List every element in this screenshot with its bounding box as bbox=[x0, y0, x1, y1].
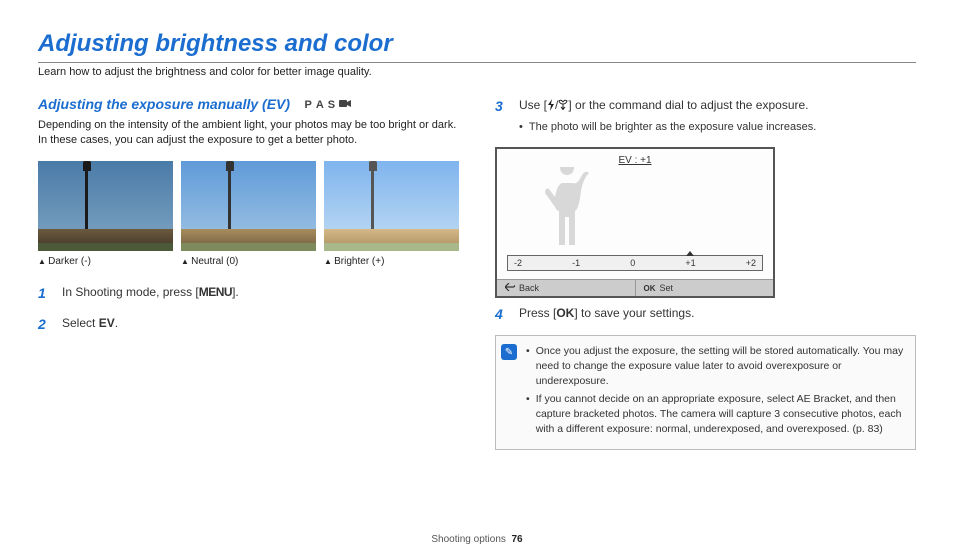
ev-tick: -1 bbox=[572, 258, 580, 268]
caption-brighter: Brighter (+) bbox=[324, 256, 459, 267]
note-icon: ✎ bbox=[501, 344, 517, 360]
step-2: 2 Select EV. bbox=[38, 314, 459, 335]
step-4-num: 4 bbox=[495, 304, 509, 325]
menu-label: MENU bbox=[199, 285, 232, 299]
steps-left: 1 In Shooting mode, press [MENU]. 2 Sele… bbox=[38, 283, 459, 335]
ev-tick: +2 bbox=[746, 258, 756, 268]
ev-screen: EV : +1 -2 -1 0 +1 +2 bbox=[495, 147, 775, 298]
step-3-num: 3 bbox=[495, 96, 509, 137]
step-3-bullet: The photo will be brighter as the exposu… bbox=[519, 120, 916, 135]
ev-scale: -2 -1 0 +1 +2 bbox=[507, 255, 763, 271]
ev-tick: -2 bbox=[514, 258, 522, 268]
ev-set: OKSet bbox=[636, 280, 774, 296]
page-subtitle: Learn how to adjust the brightness and c… bbox=[38, 66, 916, 78]
ev-back: Back bbox=[497, 280, 636, 296]
ev-label: EV bbox=[99, 316, 115, 330]
silhouette-icon bbox=[537, 167, 597, 247]
mode-a-icon: A bbox=[316, 99, 324, 111]
step-4-text: Press [OK] to save your settings. bbox=[519, 304, 916, 325]
step-2-num: 2 bbox=[38, 314, 52, 335]
step-4: 4 Press [OK] to save your settings. bbox=[495, 304, 916, 325]
section-title: Adjusting the exposure manually (EV) bbox=[38, 96, 290, 112]
footer-page: 76 bbox=[511, 534, 522, 545]
step-3: 3 Use [/] or the command dial to adjust … bbox=[495, 96, 916, 137]
footer-section: Shooting options bbox=[431, 534, 506, 545]
ev-tick: 0 bbox=[630, 258, 635, 268]
page-title: Adjusting brightness and color bbox=[38, 30, 916, 58]
note-box: ✎ Once you adjust the exposure, the sett… bbox=[495, 335, 916, 449]
ev-marker-icon bbox=[686, 251, 694, 256]
example-brighter: Brighter (+) bbox=[324, 161, 459, 267]
right-column: 3 Use [/] or the command dial to adjust … bbox=[495, 96, 916, 450]
caption-neutral: Neutral (0) bbox=[181, 256, 316, 267]
section-desc: Depending on the intensity of the ambien… bbox=[38, 118, 459, 149]
left-column: Adjusting the exposure manually (EV) P A… bbox=[38, 96, 459, 450]
ok-small-icon: OK bbox=[644, 284, 656, 293]
flash-icon bbox=[547, 98, 555, 116]
mode-icons: P A S bbox=[305, 99, 352, 111]
back-icon bbox=[505, 283, 515, 293]
caption-darker: Darker (-) bbox=[38, 256, 173, 267]
ev-title: EV : +1 bbox=[507, 155, 763, 166]
step-3-text: Use [/] or the command dial to adjust th… bbox=[519, 96, 916, 137]
ev-tick: +1 bbox=[685, 258, 695, 268]
mode-video-icon bbox=[339, 99, 351, 111]
note-item-2: If you cannot decide on an appropriate e… bbox=[526, 392, 905, 436]
note-item-1: Once you adjust the exposure, the settin… bbox=[526, 344, 905, 388]
macro-icon bbox=[558, 98, 568, 116]
thumb-darker bbox=[38, 161, 173, 251]
title-rule bbox=[38, 62, 916, 63]
thumb-brighter bbox=[324, 161, 459, 251]
step-2-text: Select EV. bbox=[62, 314, 459, 335]
page-footer: Shooting options 76 bbox=[0, 534, 954, 545]
thumb-neutral bbox=[181, 161, 316, 251]
example-darker: Darker (-) bbox=[38, 161, 173, 267]
step-1: 1 In Shooting mode, press [MENU]. bbox=[38, 283, 459, 304]
example-neutral: Neutral (0) bbox=[181, 161, 316, 267]
mode-p-icon: P bbox=[305, 99, 312, 111]
example-images: Darker (-) Neutral (0) Brighter (+) bbox=[38, 161, 459, 267]
mode-s-icon: S bbox=[328, 99, 335, 111]
step-1-text: In Shooting mode, press [MENU]. bbox=[62, 283, 459, 304]
step-1-num: 1 bbox=[38, 283, 52, 304]
ok-label: OK bbox=[556, 306, 574, 320]
